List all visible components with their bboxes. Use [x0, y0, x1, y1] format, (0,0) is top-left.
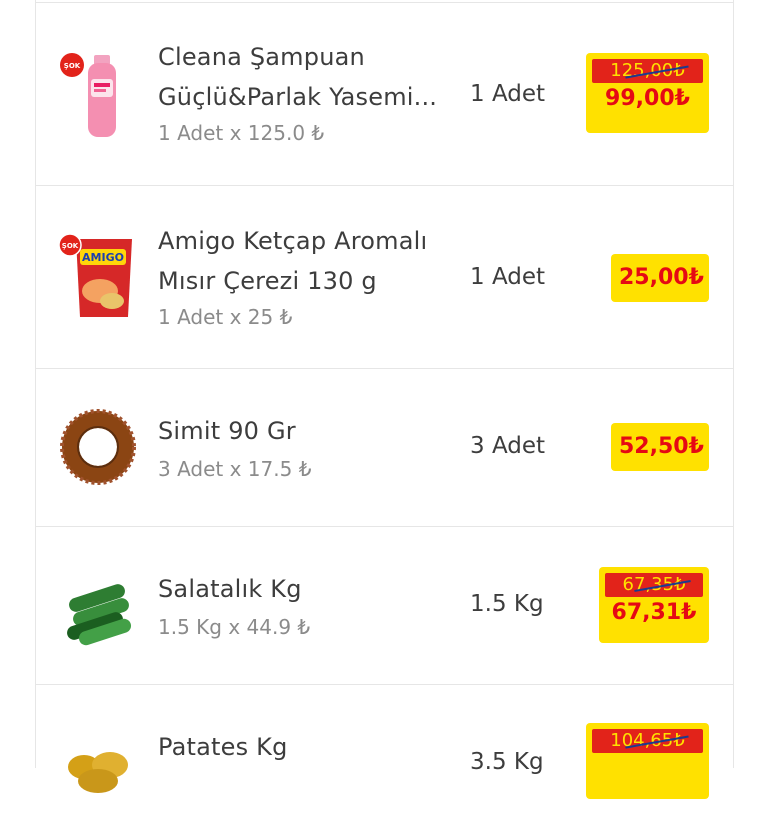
price-badge: 52,50₺: [611, 423, 709, 471]
cart-item-row[interactable]: AMIGO ŞOK Amigo Ketçap Aromalı Mısır Çer…: [36, 185, 733, 369]
unit-price-text: 1 Adet x 25 ₺: [158, 305, 293, 329]
unit-price-text: 1 Adet x 125.0 ₺: [158, 121, 325, 145]
svg-text:ŞOK: ŞOK: [62, 242, 79, 250]
current-price: 99,00₺: [605, 86, 690, 111]
shampoo-bottle-icon: ŞOK: [58, 49, 138, 141]
product-name[interactable]: Amigo Ketçap Aromalı Mısır Çerezi 130 g: [158, 221, 450, 301]
product-name[interactable]: Simit 90 Gr: [158, 411, 450, 451]
price-badge: 25,00₺: [611, 254, 709, 302]
snack-bag-icon: AMIGO ŞOK: [58, 231, 138, 323]
svg-text:ŞOK: ŞOK: [64, 62, 81, 70]
cart-item-row[interactable]: ŞOK Cleana Şampuan Güçlü&Parlak Yasemi..…: [36, 2, 733, 186]
current-price: 67,31₺: [611, 600, 697, 625]
unit-price-text: 1.5 Kg x 44.9 ₺: [158, 615, 311, 639]
price-badge: 104,65₺: [586, 723, 709, 799]
unit-price-text: 3 Adet x 17.5 ₺: [158, 457, 312, 481]
price-badge: 125,00₺ 99,00₺: [586, 53, 709, 133]
cart-item-list: ŞOK Cleana Şampuan Güçlü&Parlak Yasemi..…: [35, 0, 734, 799]
quantity-text: 3 Adet: [470, 433, 546, 459]
product-name[interactable]: Cleana Şampuan Güçlü&Parlak Yasemi...: [158, 37, 450, 117]
product-name[interactable]: Salatalık Kg: [158, 569, 450, 609]
current-price: 52,50₺: [619, 434, 704, 459]
old-price: 125,00₺: [592, 59, 703, 83]
product-name[interactable]: Patates Kg: [158, 727, 450, 767]
price-badge: 67,35₺ 67,31₺: [599, 567, 709, 643]
old-price: 67,35₺: [605, 573, 703, 597]
cart-item-row[interactable]: Salatalık Kg 1.5 Kg x 44.9 ₺ 1.5 Kg 67,3…: [36, 526, 733, 685]
current-price: 25,00₺: [619, 265, 704, 290]
quantity-text: 1 Adet: [470, 264, 546, 290]
old-price: 104,65₺: [592, 729, 703, 753]
potato-icon: [58, 737, 138, 829]
quantity-text: 1.5 Kg: [470, 591, 544, 617]
quantity-text: 3.5 Kg: [470, 749, 544, 775]
cart-item-row[interactable]: Patates Kg 3.5 Kg 104,65₺: [36, 684, 733, 805]
svg-text:AMIGO: AMIGO: [82, 251, 124, 264]
cart-item-row[interactable]: Simit 90 Gr 3 Adet x 17.5 ₺ 3 Adet 52,50…: [36, 368, 733, 527]
cucumber-icon: [58, 561, 138, 653]
quantity-text: 1 Adet: [470, 81, 546, 107]
simit-bread-icon: [58, 401, 138, 493]
